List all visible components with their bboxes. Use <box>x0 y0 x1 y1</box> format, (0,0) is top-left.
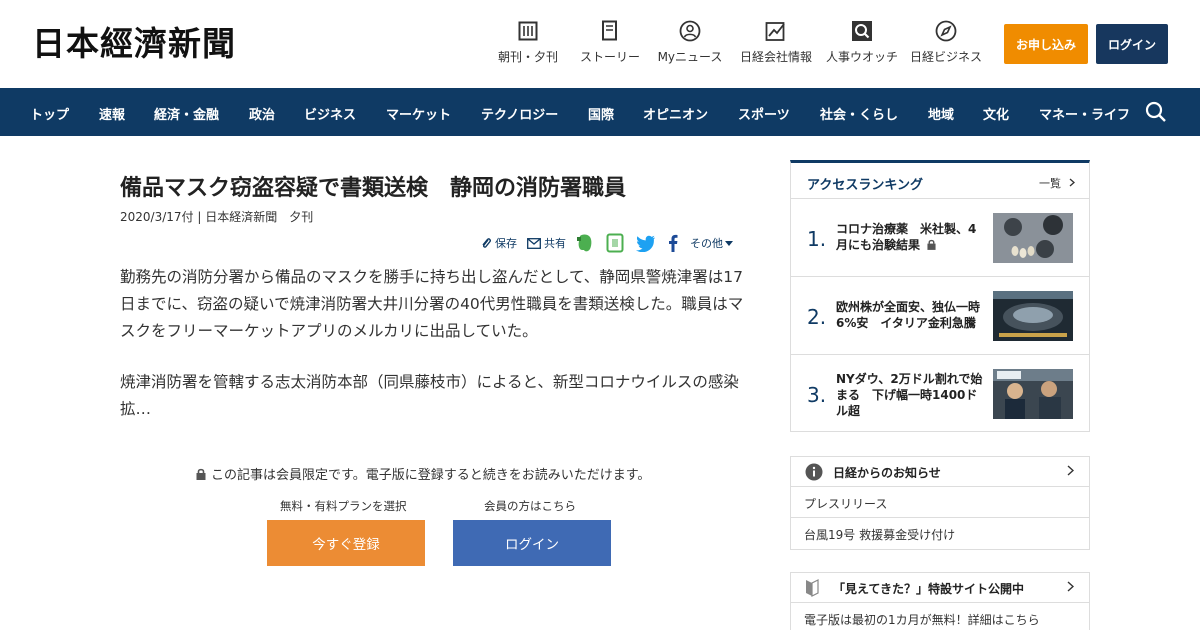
more-share-button[interactable]: その他 <box>690 235 736 251</box>
twitter-icon[interactable] <box>636 235 656 252</box>
nav-item-opinion[interactable]: オピニオン <box>643 104 708 123</box>
share-bar: 保存 共有 その他 <box>480 232 746 254</box>
header-nav-label: ストーリー <box>579 50 640 64</box>
nav-item-international[interactable]: 国際 <box>588 104 614 123</box>
save-button[interactable]: 保存 <box>480 235 517 251</box>
site-logo[interactable]: 日本經濟新聞 <box>32 26 236 62</box>
rank-headline: コロナ治療薬 米社製、4月にも治験結果 <box>836 222 977 252</box>
ranking-item[interactable]: 3. NYダウ、2万ドル割れで始まる 下げ幅一時1400ドル超 <box>791 355 1089 433</box>
header-nav-personnel[interactable]: 人事ウオッチ <box>826 20 898 65</box>
rank-thumbnail <box>993 213 1073 263</box>
campaign-box: 「見えてきた？」特設サイト公開中 電子版は最初の1カ月が無料！詳細はこちら <box>790 572 1090 630</box>
paywall-text: この記事は会員限定です。電子版に登録すると続きをお読みいただけます。 <box>211 468 651 483</box>
plan-caption: 無料・有料プランを選択 <box>280 499 407 513</box>
nav-item-technology[interactable]: テクノロジー <box>481 104 558 123</box>
header-nav-business[interactable]: 日経ビジネス <box>910 20 982 65</box>
header-nav-paper[interactable]: 朝刊・夕刊 <box>490 20 566 65</box>
login-button[interactable]: ログイン <box>1096 24 1168 64</box>
nav-item-business[interactable]: ビジネス <box>304 104 356 123</box>
rank-thumbnail <box>993 369 1073 419</box>
ranking-more-label: 一覧 <box>1039 177 1061 190</box>
header-nav-label: 人事ウオッチ <box>826 50 899 64</box>
header-nav-label: 日経ビジネス <box>910 50 983 64</box>
more-label: その他 <box>690 237 723 250</box>
search-person-icon <box>851 20 873 42</box>
nav-item-top[interactable]: トップ <box>30 104 69 123</box>
evernote-icon[interactable] <box>576 233 594 253</box>
apply-button[interactable]: お申し込み <box>1004 24 1088 64</box>
campaign-item[interactable]: 電子版は最初の1カ月が無料！詳細はこちら <box>791 603 1089 630</box>
header-nav-label: 日経会社情報 <box>739 50 812 64</box>
header-nav: 朝刊・夕刊 ストーリー Myニュース 日経会社情報 人事ウオッチ 日経ビジネス <box>490 20 994 65</box>
rank-number: 3. <box>807 383 827 407</box>
paperclip-icon <box>482 237 491 248</box>
newspaper-icon <box>517 20 539 42</box>
search-icon[interactable] <box>1144 100 1168 124</box>
nikkei-notices: 日経からのお知らせ プレスリリース 台風19号 救援募金受け付け <box>790 456 1090 550</box>
info-icon <box>805 463 823 481</box>
access-ranking: アクセスランキング 一覧 1. コロナ治療薬 米社製、4月にも治験結果 2. 欧… <box>790 160 1090 432</box>
share-label: 共有 <box>544 237 566 250</box>
memo-icon[interactable] <box>606 233 624 253</box>
beginner-mark-icon <box>806 579 819 597</box>
register-button[interactable]: 今すぐ登録 <box>267 520 425 566</box>
member-caption: 会員の方はこちら <box>484 499 576 513</box>
notice-item[interactable]: 台風19号 救援募金受け付け <box>791 518 1089 549</box>
nav-item-economy[interactable]: 経済・金融 <box>154 104 219 123</box>
article-paragraph: 焼津消防署を管轄する志太消防本部（同県藤枝市）によると、新型コロナウイルスの感染… <box>120 373 739 418</box>
header-nav-company[interactable]: 日経会社情報 <box>738 20 814 65</box>
lock-icon <box>196 468 206 480</box>
nav-item-flash[interactable]: 速報 <box>99 104 125 123</box>
rank-number: 2. <box>807 305 827 329</box>
nav-item-sports[interactable]: スポーツ <box>738 104 790 123</box>
document-icon <box>599 20 621 42</box>
nav-item-society[interactable]: 社会・くらし <box>820 104 898 123</box>
header-nav-story[interactable]: ストーリー <box>578 20 642 65</box>
notices-header[interactable]: 日経からのお知らせ <box>791 457 1089 487</box>
nav-item-politics[interactable]: 政治 <box>249 104 275 123</box>
article-paragraph: 勤務先の消防分署から備品のマスクを勝手に持ち出し盗んだとして、静岡県警焼津署は1… <box>120 268 744 340</box>
nav-item-market[interactable]: マーケット <box>386 104 451 123</box>
ranking-more-link[interactable]: 一覧 <box>1039 175 1075 191</box>
chart-icon <box>765 20 787 42</box>
member-login-button[interactable]: ログイン <box>453 520 611 566</box>
ranking-header: アクセスランキング 一覧 <box>791 163 1089 199</box>
article-meta: 2020/3/17付 | 日本経済新聞 夕刊 <box>120 210 314 224</box>
chevron-right-icon <box>1067 581 1074 592</box>
header-nav-label: 朝刊・夕刊 <box>497 50 558 64</box>
lock-icon <box>927 239 936 250</box>
chevron-right-icon <box>1069 178 1075 187</box>
article-title: 備品マスク窃盗容疑で書類送検 静岡の消防署職員 <box>120 176 627 201</box>
main-nav: トップ 速報 経済・金融 政治 ビジネス マーケット テクノロジー 国際 オピニ… <box>0 88 1200 136</box>
nav-item-culture[interactable]: 文化 <box>983 104 1009 123</box>
user-icon <box>679 20 701 42</box>
notices-title: 日経からのお知らせ <box>833 466 941 480</box>
rank-thumbnail <box>993 291 1073 341</box>
nav-item-money-life[interactable]: マネー・ライフ <box>1039 104 1130 123</box>
header-nav-label: Myニュース <box>657 50 723 64</box>
campaign-title: 「見えてきた？」特設サイト公開中 <box>833 582 1025 596</box>
campaign-header[interactable]: 「見えてきた？」特設サイト公開中 <box>791 573 1089 603</box>
header-nav-mynews[interactable]: Myニュース <box>654 20 726 65</box>
nav-item-region[interactable]: 地域 <box>928 104 954 123</box>
rank-number: 1. <box>807 227 827 251</box>
share-button[interactable]: 共有 <box>527 235 566 251</box>
compass-icon <box>935 20 957 42</box>
facebook-icon[interactable] <box>668 234 678 252</box>
site-header: 日本經濟新聞 朝刊・夕刊 ストーリー Myニュース 日経会社情報 人事ウオッチ … <box>0 0 1200 88</box>
notice-item[interactable]: プレスリリース <box>791 487 1089 518</box>
ranking-title: アクセスランキング <box>807 178 923 193</box>
mail-icon <box>527 237 541 249</box>
ranking-item[interactable]: 2. 欧州株が全面安、独仏一時6%安 イタリア金利急騰 <box>791 277 1089 355</box>
rank-headline: 欧州株が全面安、独仏一時6%安 イタリア金利急騰 <box>836 300 981 330</box>
ranking-item[interactable]: 1. コロナ治療薬 米社製、4月にも治験結果 <box>791 199 1089 277</box>
chevron-right-icon <box>1067 465 1074 476</box>
rank-headline: NYダウ、2万ドル割れで始まる 下げ幅一時1400ドル超 <box>836 372 983 418</box>
paywall-note: この記事は会員限定です。電子版に登録すると続きをお読みいただけます。 <box>196 464 650 483</box>
save-label: 保存 <box>495 237 517 250</box>
caret-down-icon <box>725 240 733 246</box>
